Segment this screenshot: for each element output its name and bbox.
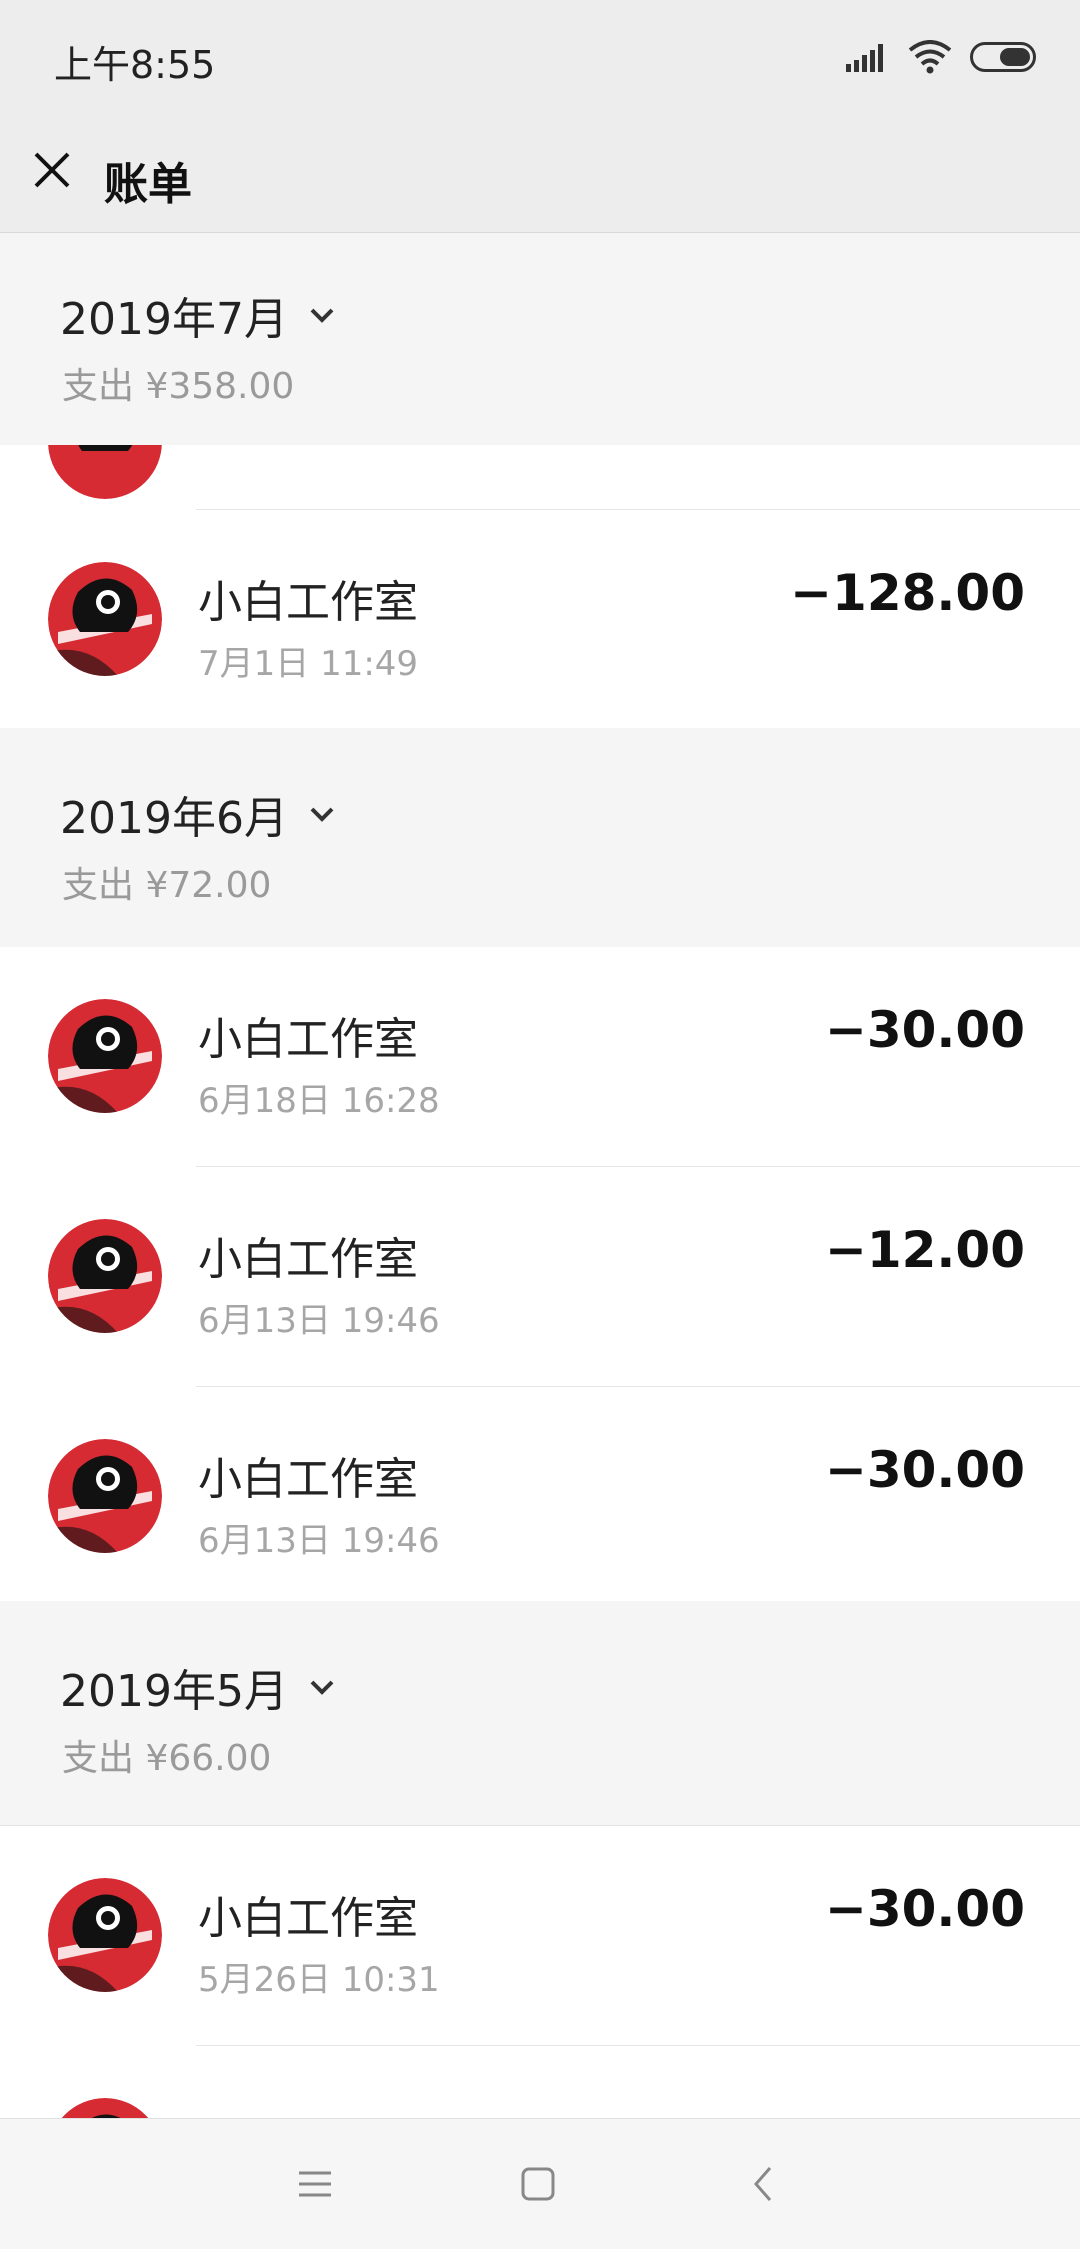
merchant-avatar	[48, 999, 162, 1113]
merchant-name: 小白工作室	[198, 1454, 418, 1505]
menu-button[interactable]	[295, 2164, 335, 2204]
transaction-amount: −30.00	[824, 1880, 1025, 1938]
transaction-amount: −30.00	[824, 1441, 1025, 1499]
system-nav-bar	[0, 2118, 1080, 2249]
list-item-partial-bottom[interactable]	[0, 2046, 1080, 2118]
month-title[interactable]: 2019年6月	[60, 782, 338, 846]
status-icons	[846, 40, 1036, 74]
transaction-amount: −30.00	[824, 1001, 1025, 1059]
transaction-time: 6月13日 19:46	[198, 1521, 440, 1561]
menu-icon	[299, 2171, 331, 2197]
merchant-name: 小白工作室	[198, 1893, 418, 1944]
merchant-name: 小白工作室	[198, 1234, 418, 1285]
transaction-time: 6月13日 19:46	[198, 1301, 440, 1341]
merchant-avatar	[48, 445, 162, 499]
wifi-icon	[908, 40, 952, 74]
month-summary: 支出 ¥358.00	[62, 366, 295, 407]
status-time: 上午8:55	[54, 43, 216, 87]
transaction-amount: −128.00	[790, 564, 1025, 622]
merchant-name: 小白工作室	[198, 1014, 418, 1065]
status-bar: 上午8:55	[0, 0, 1080, 118]
list-item[interactable]: 小白工作室 7月1日 11:49 −128.00	[0, 510, 1080, 728]
chevron-down-icon	[310, 308, 334, 323]
merchant-name: 小白工作室	[198, 577, 418, 628]
battery-icon	[970, 42, 1036, 72]
list-item[interactable]: 小白工作室 6月13日 19:46 −30.00	[0, 1387, 1080, 1601]
close-icon	[34, 152, 70, 188]
list-item[interactable]: 小白工作室 6月13日 19:46 −12.00	[0, 1167, 1080, 1387]
title-bar: 账单	[0, 118, 1080, 233]
merchant-avatar	[48, 562, 162, 676]
month-title[interactable]: 2019年5月	[60, 1655, 338, 1719]
month-summary: 支出 ¥72.00	[62, 865, 272, 906]
chevron-down-icon	[310, 807, 334, 822]
page-title: 账单	[104, 159, 192, 210]
month-title[interactable]: 2019年7月	[60, 283, 338, 347]
back-icon	[754, 2167, 772, 2201]
home-button[interactable]	[518, 2164, 558, 2204]
close-button[interactable]	[28, 146, 76, 194]
list-item-partial-top[interactable]	[0, 445, 1080, 510]
transaction-time: 5月26日 10:31	[198, 1960, 440, 2000]
merchant-avatar	[48, 1219, 162, 1333]
month-header-2019-07[interactable]: 2019年7月 支出 ¥358.00	[0, 233, 1080, 445]
bill-list[interactable]: 2019年7月 支出 ¥358.00 小白工作室 7月1日 11:49 −128…	[0, 233, 1080, 2118]
month-header-2019-05[interactable]: 2019年5月 支出 ¥66.00	[0, 1601, 1080, 1826]
merchant-avatar	[48, 1439, 162, 1553]
merchant-avatar	[48, 2098, 162, 2118]
month-header-2019-06[interactable]: 2019年6月 支出 ¥72.00	[0, 728, 1080, 957]
transaction-time: 7月1日 11:49	[198, 644, 419, 684]
list-item[interactable]: 小白工作室 5月26日 10:31 −30.00	[0, 1826, 1080, 2046]
back-button[interactable]	[744, 2164, 784, 2204]
month-summary: 支出 ¥66.00	[62, 1738, 272, 1779]
home-square-icon	[521, 2167, 555, 2201]
chevron-down-icon	[310, 1680, 334, 1695]
transaction-time: 6月18日 16:28	[198, 1081, 440, 1121]
signal-icon	[846, 44, 883, 72]
transaction-amount: −12.00	[824, 1221, 1025, 1279]
merchant-avatar	[48, 1878, 162, 1992]
list-item[interactable]: 小白工作室 6月18日 16:28 −30.00	[0, 947, 1080, 1167]
